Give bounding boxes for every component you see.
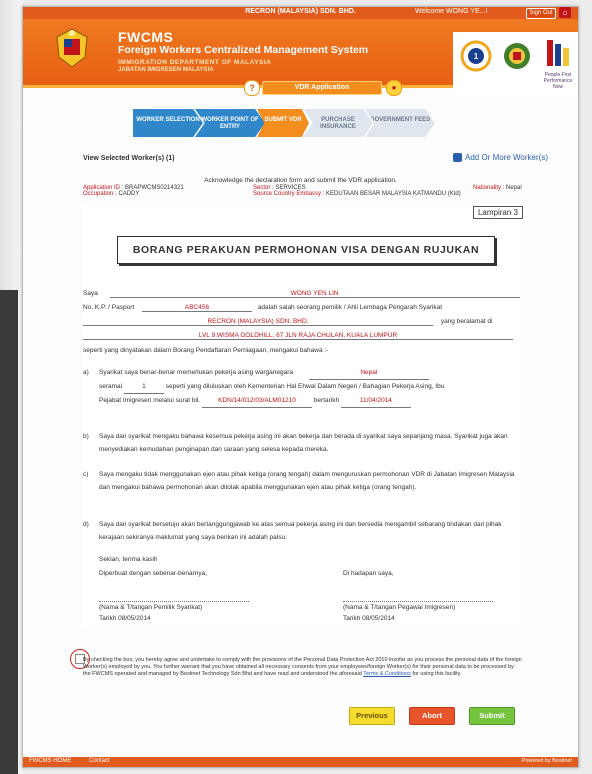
lampiran-label: Lampiran 3 xyxy=(472,206,523,219)
previous-button[interactable]: Previous xyxy=(349,707,395,725)
occupation-label: Occupation : xyxy=(83,191,117,197)
home-icon[interactable]: ⌂ xyxy=(559,7,571,18)
saya-value: WONG YEN LIN xyxy=(109,290,520,298)
signout-button[interactable]: Sign Out xyxy=(526,8,556,19)
nationality-label: Nationality : xyxy=(473,185,505,191)
owner-signature-label: (Nama & T/tangan Pemilik Syarikat) xyxy=(99,601,249,611)
step-purchase-insurance[interactable]: PURCHASE INSURANCE xyxy=(303,109,373,137)
terms-link[interactable]: Terms & Conditions xyxy=(363,671,411,677)
owner-date: Tarikh 08/05/2014 xyxy=(99,615,151,622)
nationality-value: Nepal xyxy=(506,185,522,191)
logo-tagline: People First Performance Now xyxy=(543,72,573,90)
lock-icon: ● xyxy=(386,80,402,96)
step-worker-selection[interactable]: WORKER SELECTION xyxy=(133,109,203,137)
1malaysia-logo-icon: 1 xyxy=(460,40,492,72)
clause-a-nationality: Nepal xyxy=(308,366,429,380)
declare-text: seperti yang dinyatakan dalam Borang Pen… xyxy=(83,347,329,354)
diperbuat-text: Diperbuat dengan sebenar-benarnya, xyxy=(99,570,208,577)
app-subtitle: Foreign Workers Centralized Management S… xyxy=(118,44,369,56)
clause-a-text2: seperti yang diluluskan oleh Kementerian… xyxy=(165,383,445,390)
step-point-of-entry[interactable]: WORKER POINT OF ENTRY xyxy=(195,109,265,137)
department-name: IMMIGRATION DEPARTMENT OF MALAYSIA xyxy=(118,59,272,66)
row-address: LVL 9,WISMA GOLDHILL, 67 JLN RAJA CHULAN… xyxy=(83,332,523,340)
submit-button[interactable]: Submit xyxy=(469,707,515,725)
clause-a-seramai: seramai xyxy=(99,383,123,390)
row-saya: Saya WONG YEN LIN xyxy=(83,290,523,298)
footer-home-link[interactable]: FWCMS HOME xyxy=(29,758,71,764)
clause-a-date: 11/04/2014 xyxy=(340,394,411,408)
clause-b-number: b) xyxy=(83,433,89,440)
footer-contact-link[interactable]: Contact xyxy=(89,758,110,764)
step-submit-vdr[interactable]: SUBMIT VDR xyxy=(257,109,309,137)
browser-window: RECRON (MALAYSIA) SDN. BHD. Welcome WONG… xyxy=(22,6,579,768)
dihadapan-text: Di hadapan saya, xyxy=(343,570,394,577)
step-progress: WORKER SELECTION WORKER POINT OF ENTRY S… xyxy=(133,109,463,139)
clause-a-text3: Pejabat Imigresen melalui surat bil. xyxy=(99,397,201,404)
clause-c-number: c) xyxy=(83,471,89,478)
top-bar: RECRON (MALAYSIA) SDN. BHD. Welcome WONG… xyxy=(23,7,578,19)
company-suffix: yang beralamat di xyxy=(440,318,493,325)
step-government-fees[interactable]: GOVERNMENT FEES xyxy=(365,109,435,137)
saya-label: Saya xyxy=(83,290,98,297)
help-icon[interactable]: ? xyxy=(244,80,260,96)
company-name: RECRON (MALAYSIA) SDN. BHD. xyxy=(245,8,356,15)
svg-text:1: 1 xyxy=(474,52,479,61)
abort-button[interactable]: Abort xyxy=(409,707,455,725)
left-dark-panel xyxy=(0,290,18,774)
declaration-form: Lampiran 3 BORANG PERAKUAN PERMOHONAN VI… xyxy=(83,206,523,626)
add-more-label: Add Or More Worker(s) xyxy=(465,153,548,162)
header-banner: FWCMS Foreign Workers Centralized Manage… xyxy=(23,19,578,96)
clause-a-text: Syarikat saya benar-benar memerlukan pek… xyxy=(99,366,515,408)
address-value: LVL 9,WISMA GOLDHILL, 67 JLN RAJA CHULAN… xyxy=(83,332,513,340)
welcome-text: Welcome WONG YE...! xyxy=(415,8,488,15)
occupation-value: CADDY xyxy=(118,191,140,197)
performance-logo-icon xyxy=(547,40,569,66)
clause-c-text: Saya mengaku tidak menggunakan ejen atau… xyxy=(99,471,515,491)
officer-signature-label: (Nama & T/tangan Pegawai Imigresen) xyxy=(343,601,493,611)
sekian-text: Sekian, terima kasih xyxy=(99,556,158,563)
clause-d-number: d) xyxy=(83,521,89,528)
application-info-right: Nationality : Nepal xyxy=(473,185,522,191)
clause-a-text1: Syarikat saya benar-benar memerlukan pek… xyxy=(99,369,294,376)
acknowledge-instruction: Acknowledge the declaration form and sub… xyxy=(204,177,397,184)
add-user-icon xyxy=(453,153,462,163)
department-name-malay: JABATAN IMIGRESEN MALAYSIA xyxy=(118,67,214,73)
kp-value: ABC456 xyxy=(142,304,252,312)
row-company: RECRON (MALAYSIA) SDN. BHD. yang beralam… xyxy=(83,318,523,326)
clause-a-reference: KDN/14/012/03/ALM01210 xyxy=(201,394,312,408)
vdr-application-label: VDR Application xyxy=(262,81,382,95)
app-title: FWCMS xyxy=(118,29,174,45)
kdn-crest-icon xyxy=(504,43,530,69)
view-selected-workers-link[interactable]: View Selected Worker(s) (1) xyxy=(83,155,175,162)
clause-b-text: Saya dan syarikat mengaku bahawa kesemua… xyxy=(99,433,508,453)
vdr-application-tab[interactable]: ? VDR Application ● xyxy=(244,79,404,97)
clause-a-bertarikh: bertarikh xyxy=(313,397,340,404)
form-title: BORANG PERAKUAN PERMOHONAN VISA DENGAN R… xyxy=(117,236,495,264)
clause-d-text: Saya dan syarikat bersetuju akan bertang… xyxy=(99,521,502,541)
kp-suffix: adalah salah seorang pemilik / Ahli Lemb… xyxy=(257,304,443,311)
clause-a-number: a) xyxy=(83,369,89,376)
coat-of-arms-icon xyxy=(56,28,88,68)
footer-powered: Powered by Bestinet xyxy=(521,758,572,764)
consent-text: By checking the box, you hereby agree an… xyxy=(83,657,523,678)
company-value: RECRON (MALAYSIA) SDN. BHD. xyxy=(83,318,433,326)
add-more-workers-link[interactable]: Add Or More Worker(s) xyxy=(453,153,548,163)
application-info-left: Application ID : BRAPWCMS0214321 Occupat… xyxy=(83,185,184,197)
embassy-label: Source Country Embassy : xyxy=(253,191,325,197)
partner-logos: 1 People First Performance Now xyxy=(453,32,578,96)
clause-a-count: 1 xyxy=(123,380,164,394)
row-kp: No. K.P. / Pasport ABC456 adalah salah s… xyxy=(83,304,523,312)
kp-label: No. K.P. / Pasport xyxy=(83,304,135,311)
footer-bar: FWCMS HOME Contact Powered by Bestinet xyxy=(23,757,578,767)
embassy-value: KEDUTAAN BESAR MALAYSIA KATMANDU (Ktd) xyxy=(326,191,461,197)
officer-date: Tarikh 08/05/2014 xyxy=(343,615,395,622)
consent-tail: for using this facility. xyxy=(412,671,462,677)
application-info-middle: Sector : SERVICES Source Country Embassy… xyxy=(253,185,461,197)
